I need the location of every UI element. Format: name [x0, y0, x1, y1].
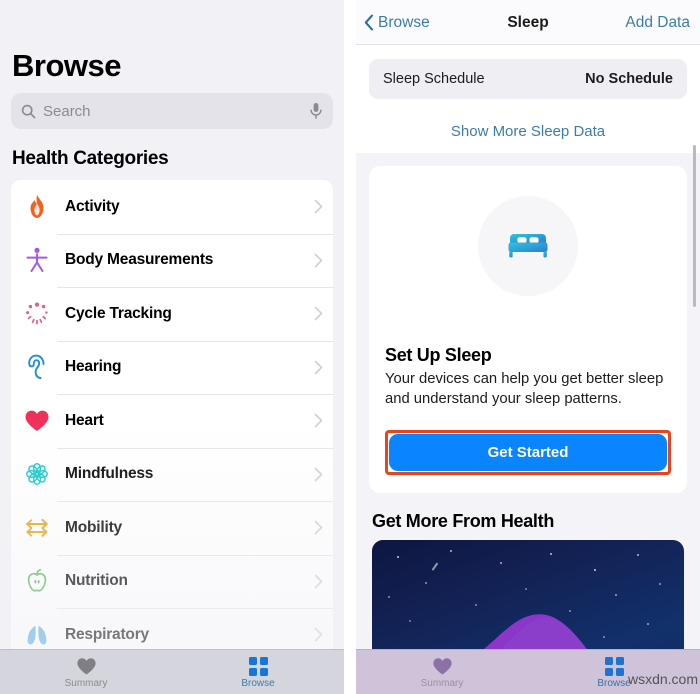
panel-divider: [344, 0, 356, 694]
grid-icon: [248, 656, 268, 676]
body-icon: [23, 246, 51, 274]
chevron-right-icon: [314, 199, 323, 214]
search-icon: [21, 104, 36, 119]
tab-label: Browse: [597, 677, 631, 689]
ear-icon: [23, 353, 51, 381]
chevron-right-icon: [314, 520, 323, 535]
list-item-label: Hearing: [65, 358, 122, 376]
list-item-hearing[interactable]: Hearing: [11, 340, 333, 395]
list-item-mobility[interactable]: Mobility: [11, 501, 333, 555]
set-up-sleep-heading: Set Up Sleep: [385, 345, 492, 365]
section-gap: [356, 153, 700, 166]
tab-browse[interactable]: Browse: [172, 656, 344, 689]
heart-icon: [76, 656, 97, 676]
chevron-right-icon: [314, 467, 323, 482]
list-item-cycle-tracking[interactable]: Cycle Tracking: [11, 287, 333, 341]
heart-icon: [23, 407, 51, 435]
bed-icon-halo: [478, 196, 578, 296]
chevron-right-icon: [314, 306, 323, 321]
flame-icon: [23, 193, 51, 221]
tab-label: Summary: [420, 677, 464, 689]
chevron-right-icon: [314, 413, 323, 428]
screenshot-root: Browse Search Health Categories Activity…: [0, 0, 700, 694]
microphone-icon[interactable]: [309, 102, 323, 120]
bed-icon: [505, 227, 551, 266]
list-item-label: Activity: [65, 197, 120, 215]
sleep-schedule-row[interactable]: Sleep Schedule No Schedule: [369, 59, 687, 99]
chevron-right-icon: [314, 360, 323, 375]
set-up-sleep-body: Your devices can help you get better sle…: [385, 371, 664, 407]
chevron-right-icon: [314, 253, 323, 268]
list-item-activity[interactable]: Activity: [11, 180, 333, 234]
chevron-right-icon: [314, 627, 323, 642]
arrows-icon: [23, 514, 51, 542]
list-item-label: Mobility: [65, 518, 122, 536]
get-started-button[interactable]: Get Started: [389, 434, 667, 471]
apple-icon: [23, 567, 51, 595]
vertical-scrollbar[interactable]: [693, 145, 696, 307]
tab-label: Summary: [64, 677, 108, 689]
list-item-label: Body Measurements: [65, 251, 214, 269]
navigation-bar: Browse Sleep Add Data: [356, 0, 700, 45]
tab-summary[interactable]: Summary: [0, 656, 172, 689]
mandala-icon: [23, 460, 51, 488]
lungs-icon: [23, 621, 51, 649]
sleep-schedule-value: No Schedule: [585, 71, 673, 87]
show-more-sleep-data-link[interactable]: Show More Sleep Data: [356, 123, 700, 140]
chevron-right-icon: [314, 574, 323, 589]
sleep-schedule-section: Sleep Schedule No Schedule: [356, 45, 700, 113]
list-item-label: Respiratory: [65, 625, 149, 643]
tab-label: Browse: [241, 677, 275, 689]
sleep-scroll-area[interactable]: Sleep Schedule No Schedule Show More Sle…: [356, 45, 700, 694]
sleep-schedule-label: Sleep Schedule: [383, 71, 485, 87]
search-input[interactable]: Search: [11, 93, 333, 129]
cycle-icon: [23, 300, 51, 328]
set-up-sleep-card: Set Up Sleep Your devices can help you g…: [369, 166, 687, 493]
page-title: Browse: [12, 48, 121, 83]
list-item-label: Mindfulness: [65, 465, 154, 483]
list-item-mindfulness[interactable]: Mindfulness: [11, 447, 333, 502]
section-title-health-categories: Health Categories: [12, 148, 169, 169]
watermark: wsxdn.com: [627, 671, 698, 687]
health-categories-list: Activity Body Measurements Cycle Trackin…: [11, 180, 333, 662]
list-item-nutrition[interactable]: Nutrition: [11, 554, 333, 609]
tab-summary[interactable]: Summary: [356, 656, 528, 689]
get-more-from-health-heading: Get More From Health: [372, 511, 555, 531]
search-placeholder: Search: [43, 102, 91, 120]
list-item-label: Nutrition: [65, 572, 128, 590]
section-gap-2: [356, 493, 700, 511]
show-more-section: Show More Sleep Data: [356, 113, 700, 153]
list-item-label: Cycle Tracking: [65, 304, 172, 322]
list-item-heart[interactable]: Heart: [11, 394, 333, 448]
browse-screen: Browse Search Health Categories Activity…: [0, 0, 344, 694]
grid-icon: [604, 656, 624, 676]
sleep-screen: Browse Sleep Add Data Sleep Schedule No …: [356, 0, 700, 694]
tab-bar: Summary Browse: [0, 649, 344, 694]
list-item-body-measurements[interactable]: Body Measurements: [11, 233, 333, 288]
get-started-wrapper: Get Started: [385, 430, 671, 475]
list-item-label: Heart: [65, 411, 104, 429]
add-data-button[interactable]: Add Data: [625, 0, 690, 45]
heart-icon: [432, 656, 453, 676]
